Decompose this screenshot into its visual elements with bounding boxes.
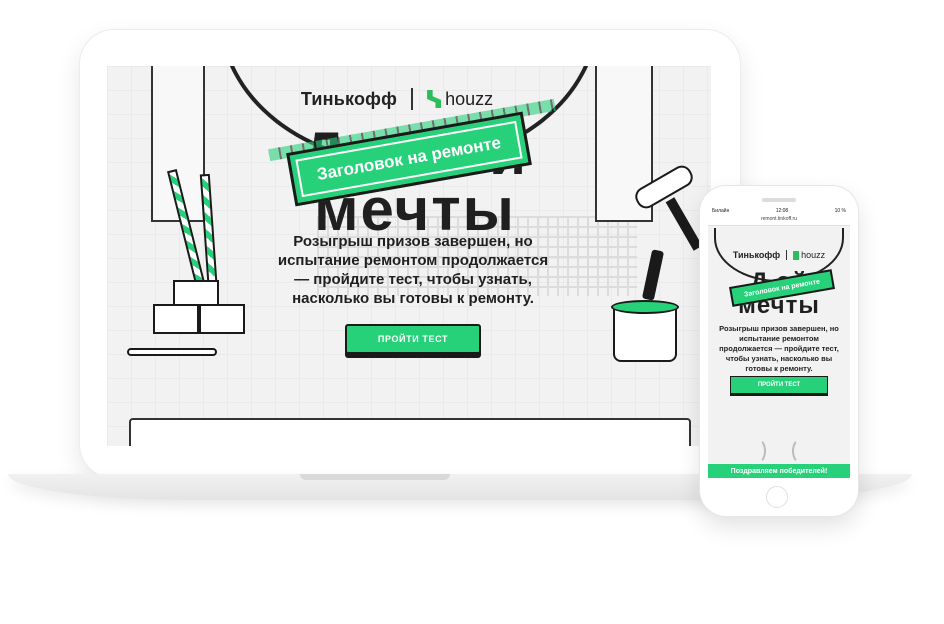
laurel-left-icon — [748, 438, 766, 464]
status-bar: Билайн 12:08 10 % — [708, 206, 850, 216]
green-paint-icon — [611, 300, 679, 314]
content-panel — [129, 418, 691, 446]
laurel-right-icon — [792, 438, 810, 464]
brand-divider — [411, 88, 414, 110]
winners-banner: Поздравляем победителей! — [708, 464, 850, 478]
lead-text: Розыгрыш призов завершен, но испытание р… — [277, 233, 549, 307]
houzz-icon — [793, 250, 800, 260]
phone-speaker — [762, 198, 796, 202]
paint-can-icon — [613, 306, 677, 362]
clock-label: 12:08 — [775, 208, 789, 214]
lead-text: Розыгрыш призов завершен, но испытание р… — [719, 324, 839, 373]
take-test-button[interactable]: ПРОЙТИ ТЕСТ — [730, 376, 828, 394]
carrier-label: Билайн — [712, 208, 730, 214]
brand-header: Тинькофф houzz — [708, 250, 850, 260]
take-test-button[interactable]: ПРОЙТИ ТЕСТ — [345, 324, 481, 354]
address-bar[interactable]: remont.tinkoff.ru — [708, 216, 850, 226]
paint-bucket-icon — [199, 304, 245, 334]
title-line-2: мечты — [314, 176, 516, 243]
battery-label: 10 % — [834, 208, 846, 214]
pencil-icon — [127, 348, 217, 356]
brand-divider — [786, 250, 788, 260]
tinkoff-logo[interactable]: Тинькофф — [733, 250, 780, 260]
houzz-logo[interactable]: houzz — [427, 89, 493, 110]
houzz-label: houzz — [801, 250, 826, 260]
houzz-logo[interactable]: houzz — [793, 250, 825, 260]
home-button[interactable] — [766, 486, 788, 508]
paint-bucket-icon — [153, 304, 199, 334]
mobile-screen: Билайн 12:08 10 % remont.tinkoff.ru Тинь… — [708, 206, 850, 478]
houzz-label: houzz — [445, 88, 494, 109]
desktop-screen: Тинькофф houzz Дом ой мечты Заголовок на… — [107, 66, 711, 446]
laptop-notch — [300, 474, 450, 480]
houzz-icon — [427, 90, 442, 108]
tinkoff-logo[interactable]: Тинькофф — [301, 89, 397, 110]
